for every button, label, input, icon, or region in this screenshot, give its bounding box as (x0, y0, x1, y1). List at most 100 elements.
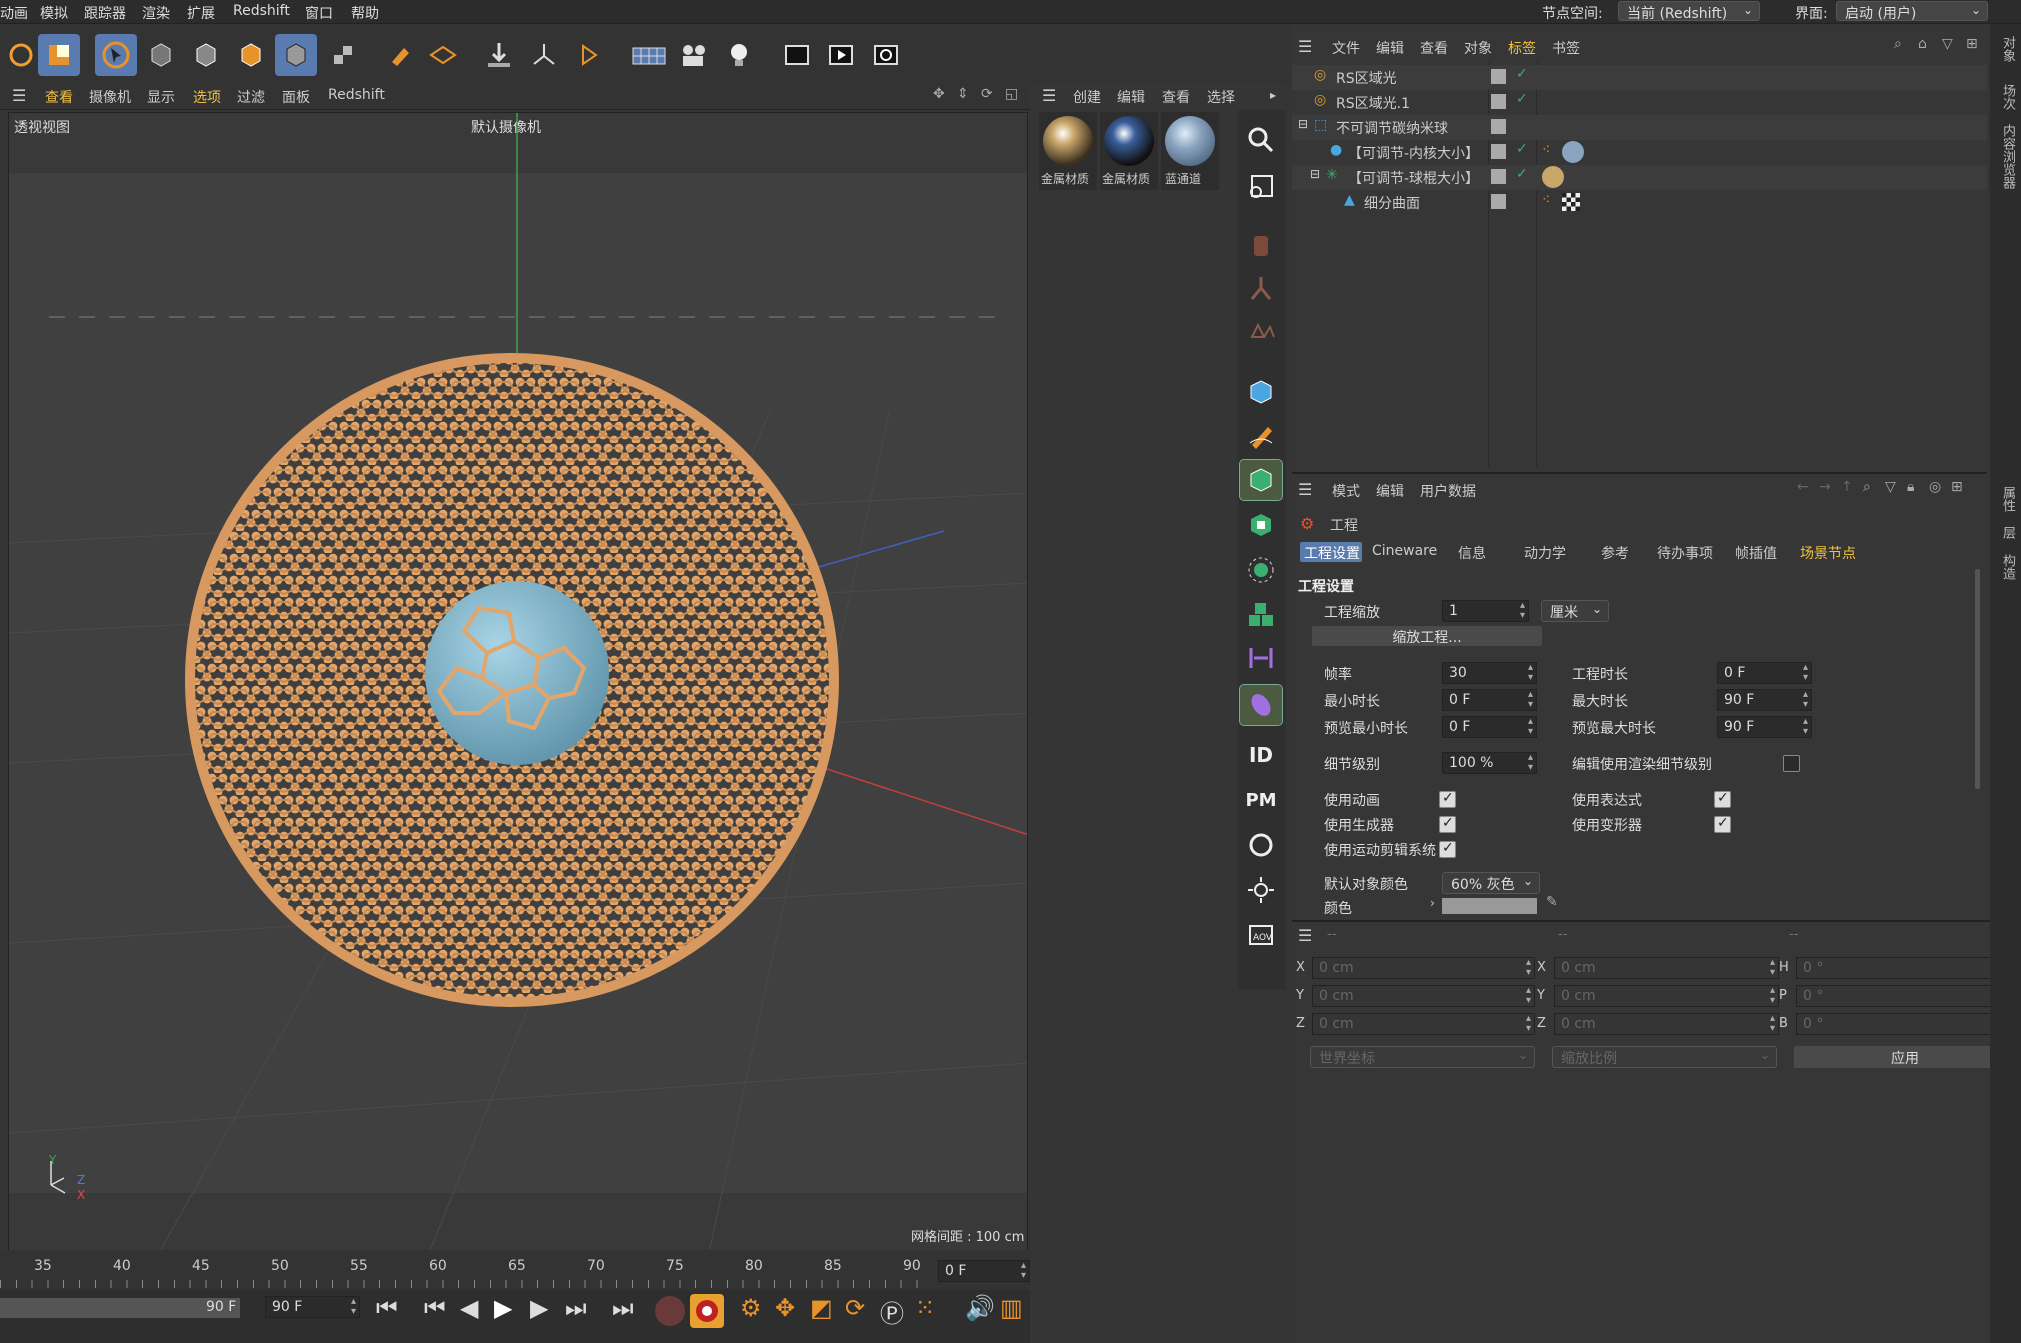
id-icon[interactable]: ID (1240, 735, 1282, 775)
undo-icon[interactable] (0, 34, 42, 76)
tab-takes[interactable]: 场次 (1998, 84, 2017, 110)
mograph-cubes-icon[interactable] (1240, 595, 1282, 635)
enabled-check-icon[interactable]: ✓ (1516, 166, 1528, 182)
phong-tag-icon[interactable]: ⁖ (1542, 192, 1550, 208)
tab-layers[interactable]: 层 (1998, 526, 2017, 539)
attr-menu-userdata[interactable]: 用户数据 (1420, 481, 1476, 501)
pm-icon[interactable]: PM (1240, 780, 1282, 820)
go-to-end-icon[interactable]: ⏭ (612, 1294, 634, 1322)
menu-animate[interactable]: 动画 (0, 3, 28, 23)
ring-icon[interactable] (1240, 825, 1282, 865)
filter-icon[interactable]: ▽ (1885, 479, 1896, 495)
attr-menu-edit[interactable]: 编辑 (1376, 481, 1404, 501)
points-mode-icon[interactable] (140, 34, 182, 76)
visibility-toggle[interactable] (1491, 69, 1506, 84)
autokey-icon[interactable] (690, 1294, 724, 1328)
object-menu-tags[interactable]: 标签 (1508, 38, 1536, 58)
new-window-icon[interactable]: ⊞ (1951, 479, 1963, 495)
key-position-icon[interactable]: ✥ (775, 1294, 795, 1322)
rotation-b-field[interactable]: 0 °▴▾ (1796, 1013, 2018, 1035)
zoom-view-icon[interactable]: ⇕ (957, 86, 969, 102)
viewport-menu-view[interactable]: 查看 (45, 87, 73, 107)
visibility-toggle[interactable] (1491, 94, 1506, 109)
drop-to-floor-icon[interactable] (478, 34, 520, 76)
search-icon[interactable]: ⌕ (1863, 479, 1871, 495)
visibility-toggle[interactable] (1491, 144, 1506, 159)
deformer-icon[interactable] (1240, 638, 1282, 678)
menu-help[interactable]: 帮助 (351, 3, 379, 23)
visibility-toggle[interactable] (1491, 194, 1506, 209)
object-row[interactable]: ⊟ ✳ 【可调节-球棍大小】 ✓ (1292, 165, 1987, 190)
object-menu-file[interactable]: 文件 (1332, 38, 1360, 58)
lod-field[interactable]: 100 % ▴ ▾ (1442, 752, 1537, 774)
go-to-start-icon[interactable]: ⏮ (376, 1294, 398, 1322)
timeline-window-icon[interactable]: ▥ (1000, 1294, 1023, 1322)
use-motion-checkbox[interactable] (1439, 840, 1456, 858)
tab-interpolation[interactable]: 帧插值 (1735, 543, 1777, 563)
filter-icon[interactable]: ▽ (1942, 36, 1953, 52)
size-z-field[interactable]: 0 cm ▴ ▾ (1554, 1013, 1779, 1035)
project-length-field[interactable]: 0 F ▴ ▾ (1717, 662, 1812, 684)
key-pla-icon[interactable]: ⁙ (915, 1294, 935, 1322)
render-settings-icon[interactable] (865, 34, 907, 76)
camera-icon[interactable] (673, 34, 715, 76)
scrollbar[interactable] (1975, 569, 1980, 789)
joint-icon[interactable] (1240, 268, 1282, 308)
use-deformers-checkbox[interactable] (1714, 815, 1731, 833)
material-menu-create[interactable]: 创建 (1073, 87, 1101, 107)
use-animation-checkbox[interactable] (1439, 790, 1456, 808)
viewport-menu-display[interactable]: 显示 (147, 87, 175, 107)
viewport-menu-camera[interactable]: 摄像机 (89, 87, 131, 107)
collapse-icon[interactable]: ⊟ (1298, 117, 1308, 131)
timeline-ruler[interactable]: 35 40 45 50 55 60 65 70 75 80 85 90 0 F ▴… (0, 1250, 1030, 1290)
attr-menu-mode[interactable]: 模式 (1332, 481, 1360, 501)
live-selection-icon[interactable] (1240, 165, 1282, 205)
menu-redshift[interactable]: Redshift (233, 3, 290, 19)
tab-project-settings[interactable]: 工程设置 (1300, 542, 1362, 562)
aov-icon[interactable]: AOV (1240, 915, 1282, 955)
material-swatch[interactable]: 蓝通道 (1161, 112, 1219, 190)
enabled-check-icon[interactable]: ✓ (1516, 141, 1528, 157)
hamburger-menu-icon[interactable]: ☰ (1298, 37, 1312, 56)
back-arrow-icon[interactable]: ← (1797, 479, 1809, 495)
material-swatch[interactable]: 金属材质 (1039, 112, 1097, 190)
project-scale-unit-dropdown[interactable]: 厘米 ⌄ (1541, 600, 1609, 622)
enabled-check-icon[interactable]: ✓ (1516, 91, 1528, 107)
default-color-dropdown[interactable]: 60% 灰色 ⌄ (1442, 872, 1540, 894)
new-window-icon[interactable]: ⊞ (1966, 36, 1978, 52)
viewport-menu-filter[interactable]: 过滤 (237, 87, 265, 107)
floor-grid-icon[interactable] (628, 34, 670, 76)
texture-tag-icon[interactable] (1562, 193, 1580, 211)
tab-info[interactable]: 信息 (1458, 543, 1486, 563)
position-x-field[interactable]: 0 cm ▴ ▾ (1312, 957, 1535, 979)
end-frame-field[interactable]: 90 F ▴ ▾ (265, 1296, 360, 1318)
node-space-dropdown[interactable]: 当前 (Redshift) ⌄ (1618, 1, 1760, 22)
object-row[interactable]: ▲ 细分曲面 ⁖ (1292, 190, 1987, 215)
collapse-icon[interactable]: ⊟ (1310, 167, 1320, 181)
range-slider[interactable] (0, 1298, 240, 1318)
tab-cineware[interactable]: Cineware (1372, 543, 1437, 559)
object-menu-view[interactable]: 查看 (1420, 38, 1448, 58)
apply-button[interactable]: 应用 (1794, 1046, 2016, 1068)
extrude-icon[interactable] (1240, 505, 1282, 545)
object-menu-objects[interactable]: 对象 (1464, 38, 1492, 58)
polygons-mode-icon[interactable] (230, 34, 272, 76)
sound-icon[interactable]: 🔊 (965, 1294, 995, 1322)
material-tag-icon[interactable] (1562, 141, 1584, 163)
maximize-view-icon[interactable]: ◱ (1005, 86, 1018, 102)
axis-icon[interactable] (523, 34, 565, 76)
position-y-field[interactable]: 0 cm ▴ ▾ (1312, 985, 1535, 1007)
size-y-field[interactable]: 0 cm ▴ ▾ (1554, 985, 1779, 1007)
cloner-icon[interactable] (1240, 550, 1282, 590)
menu-window[interactable]: 窗口 (305, 3, 333, 23)
viewport-menu-redshift[interactable]: Redshift (328, 87, 385, 103)
hamburger-menu-icon[interactable]: ☰ (1042, 86, 1056, 105)
subdivision-surface-icon[interactable] (1239, 459, 1283, 501)
object-row[interactable]: ◎ RS区域光 ✓ (1292, 65, 1987, 90)
visibility-toggle[interactable] (1491, 119, 1506, 134)
bodypaint-icon[interactable] (1240, 225, 1282, 265)
key-scale-icon[interactable]: ◩ (810, 1294, 833, 1322)
previous-frame-icon[interactable]: ◀ (460, 1294, 478, 1322)
project-scale-field[interactable]: 1 ▴ ▾ (1442, 600, 1529, 622)
size-x-field[interactable]: 0 cm ▴ ▾ (1554, 957, 1779, 979)
